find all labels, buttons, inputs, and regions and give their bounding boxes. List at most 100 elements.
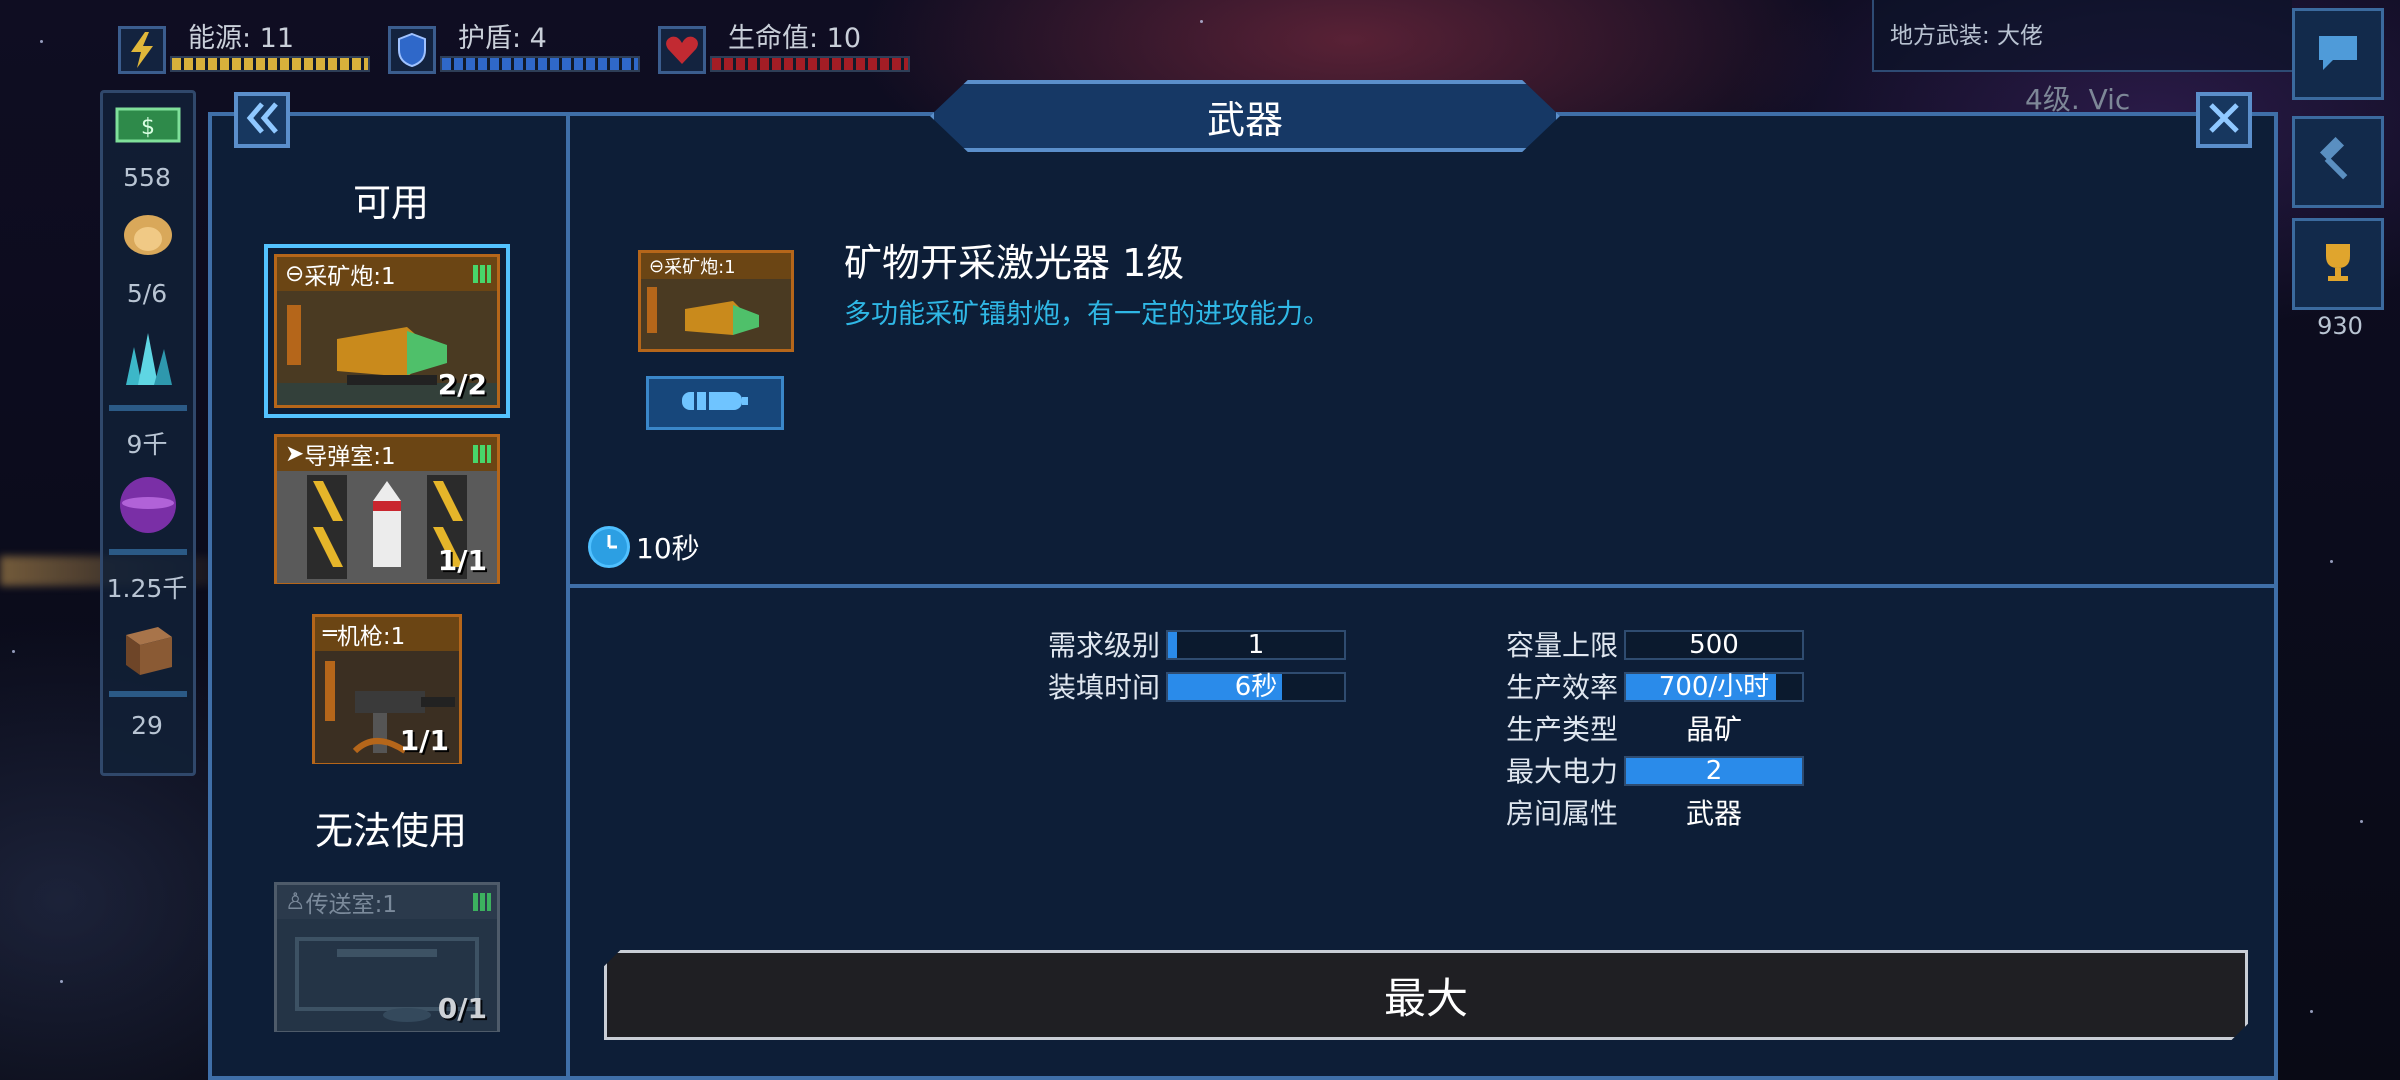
stat-bar: 6秒 — [1166, 672, 1346, 702]
panel-column-divider — [566, 112, 570, 1080]
weapon-card-count: 1/1 — [399, 724, 449, 757]
energy-hud: 能源: 11 — [118, 12, 378, 78]
back-button[interactable] — [234, 92, 290, 148]
stat-label: 最大电力 — [1505, 755, 1618, 788]
star — [1200, 20, 1203, 23]
weapons-panel — [208, 112, 2278, 1080]
stat-label: 生产类型 — [1505, 713, 1618, 746]
resource-column: $ 558 5/6 9千 1.25千 29 — [100, 90, 196, 776]
energy-bar-fill — [172, 58, 368, 70]
mining-laser-thumb-art — [641, 279, 791, 349]
unavailable-section-title: 无法使用 — [314, 809, 467, 853]
detail-divider — [570, 584, 2274, 588]
enemy-info-panel[interactable]: 地方武装: 大佬 — [1872, 0, 2292, 72]
star — [12, 650, 15, 653]
ammo-indicator — [646, 376, 784, 430]
resource-divider — [109, 691, 187, 697]
weapon-card-name: ➤ 导弹室:1 — [277, 437, 497, 471]
close-button[interactable] — [2196, 92, 2252, 148]
stat-label: 房间属性 — [1505, 797, 1618, 830]
stat-room-attribute: 房间属性 武器 — [1488, 796, 1808, 830]
minerals-value: 9千 — [126, 430, 168, 459]
trophy-count: 930 — [2317, 312, 2363, 340]
detail-thumb-head: ⊖ 采矿炮:1 — [641, 253, 791, 279]
weapon-card-label: 机枪:1 — [336, 624, 406, 650]
star — [2330, 560, 2333, 563]
health-label: 生命值: 10 — [728, 23, 862, 54]
weapon-card-count: 0/1 — [437, 992, 487, 1025]
svg-text:$: $ — [141, 115, 155, 140]
stat-value: 500 — [1689, 630, 1739, 660]
crystal-icon — [103, 327, 193, 391]
heart-icon — [658, 26, 706, 74]
power-pips — [473, 445, 491, 463]
detail-thumb-label: 采矿炮:1 — [664, 257, 736, 278]
build-time-value: 10秒 — [636, 532, 700, 565]
weapon-card-label: 采矿炮:1 — [304, 264, 396, 290]
weapon-card-name: ♙ 传送室:1 — [277, 885, 497, 919]
energy-bar — [170, 56, 370, 72]
stat-label: 容量上限 — [1505, 629, 1618, 662]
weapon-card-count: 1/1 — [437, 544, 487, 577]
detail-weapon-thumbnail: ⊖ 采矿炮:1 — [638, 250, 794, 352]
panel-title-plate: 武器 — [930, 80, 1560, 152]
stat-label: 生产效率 — [1505, 671, 1618, 704]
weapon-card-teleport-room[interactable]: ♙ 传送室:1 0/1 — [274, 882, 500, 1032]
weapon-card-name: ⊖ 采矿炮:1 — [277, 257, 497, 291]
plug-icon: ⊖ — [285, 261, 305, 287]
clock-icon — [588, 526, 630, 568]
money-icon: $ — [103, 107, 193, 147]
stat-bar: 500 — [1624, 630, 1804, 660]
stat-capacity: 容量上限 500 — [1488, 628, 1808, 662]
money-value: 558 — [123, 163, 171, 192]
supply-crate-icon — [103, 619, 193, 683]
stat-value: 700/小时 — [1658, 672, 1770, 702]
stat-max-power: 最大电力 2 — [1488, 754, 1808, 788]
stat-label: 装填时间 — [1047, 671, 1160, 704]
gun-small-icon: ═ — [323, 621, 337, 647]
chat-button[interactable] — [2292, 8, 2384, 100]
star — [2310, 1010, 2313, 1013]
stat-required-level: 需求级别 1 — [1030, 628, 1350, 662]
trophy-icon — [2316, 240, 2360, 288]
enemy-weapon-label: 地方武装: 大佬 — [1890, 23, 2044, 49]
shield-bar — [440, 56, 640, 72]
stat-value: 晶矿 — [1685, 713, 1742, 746]
weapon-card-missile-room[interactable]: ➤ 导弹室:1 1/1 — [274, 434, 500, 584]
shield-bar-fill — [442, 58, 638, 70]
stat-production-rate: 生产效率 700/小时 — [1488, 670, 1808, 704]
build-timer: 10秒 — [588, 526, 700, 568]
stat-value: 武器 — [1685, 797, 1742, 830]
star — [40, 40, 43, 43]
close-icon — [2207, 101, 2241, 139]
weapon-detail-description: 多功能采矿镭射炮，有一定的进攻能力。 — [844, 299, 1330, 330]
resource-divider — [109, 405, 187, 411]
max-level-button[interactable]: 最大 — [604, 950, 2248, 1040]
star — [2360, 820, 2363, 823]
person-small-icon: ♙ — [285, 889, 306, 915]
crew-value: 5/6 — [126, 279, 168, 308]
build-button[interactable] — [2292, 116, 2384, 208]
weapon-card-mining-cannon[interactable]: ⊖ 采矿炮:1 2/2 — [264, 244, 510, 418]
health-bar — [710, 56, 910, 72]
hammer-icon — [2315, 136, 2361, 187]
stat-bar: 700/小时 — [1624, 672, 1804, 702]
trophy-button[interactable] — [2292, 218, 2384, 310]
weapon-card-machine-gun[interactable]: ═ 机枪:1 1/1 — [312, 614, 462, 764]
power-pips — [473, 893, 491, 911]
crew-icon — [103, 211, 193, 263]
plug-icon: ⊖ — [649, 255, 665, 277]
health-bar-fill — [712, 58, 908, 70]
shield-label: 护盾: 4 — [458, 23, 547, 54]
weapon-card-label: 传送室:1 — [305, 892, 398, 918]
missile-small-icon: ➤ — [285, 441, 305, 467]
stat-label: 需求级别 — [1047, 629, 1160, 662]
available-section-title: 可用 — [352, 181, 429, 225]
gas-value: 1.25千 — [106, 574, 188, 603]
double-chevron-left-icon — [244, 100, 280, 140]
lightning-icon — [118, 26, 166, 74]
power-pips — [473, 265, 491, 283]
star — [60, 980, 63, 983]
stat-value: 6秒 — [1234, 672, 1278, 702]
shield-icon — [388, 26, 436, 74]
